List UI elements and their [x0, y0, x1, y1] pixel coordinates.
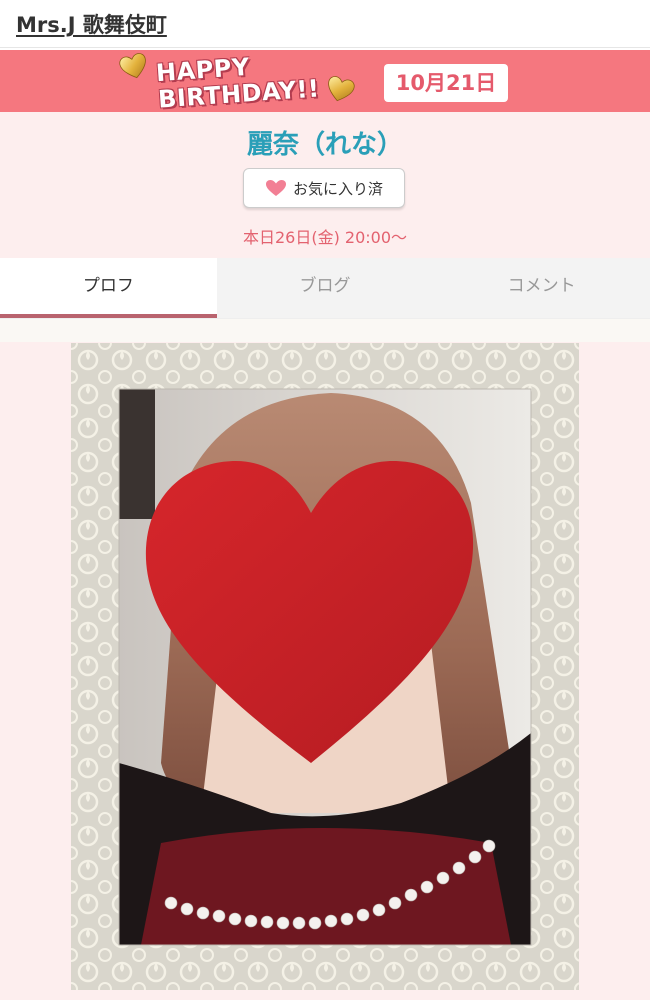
- tab-profile[interactable]: プロフ: [0, 258, 217, 318]
- profile-photo[interactable]: [71, 343, 579, 990]
- favorite-label: お気に入り済: [292, 179, 383, 198]
- tab-spacer: [0, 318, 650, 342]
- happy-birthday-graphic: HAPPY BIRTHDAY!!: [119, 50, 360, 114]
- top-bar: Mrs.J 歌舞伎町: [0, 0, 650, 48]
- profile-photo-illustration: [71, 343, 579, 990]
- birthday-date-badge: 10月21日: [384, 64, 508, 102]
- favorite-button[interactable]: お気に入り済: [243, 168, 405, 208]
- tab-blog[interactable]: ブログ: [217, 258, 434, 318]
- schedule-text: 本日26日(金) 20:00〜: [242, 228, 408, 247]
- heart-icon: [265, 180, 286, 196]
- birthday-month: 10月: [395, 71, 446, 95]
- site-title-link[interactable]: Mrs.J 歌舞伎町: [16, 9, 167, 39]
- gold-heart-icon: [328, 76, 355, 102]
- tab-comment[interactable]: コメント: [433, 258, 650, 318]
- profile-name: 麗奈（れな）: [246, 130, 403, 160]
- gold-heart-icon: [119, 53, 146, 79]
- profile-tabs: プロフ ブログ コメント: [0, 258, 650, 318]
- birthday-day: 21日: [446, 71, 497, 95]
